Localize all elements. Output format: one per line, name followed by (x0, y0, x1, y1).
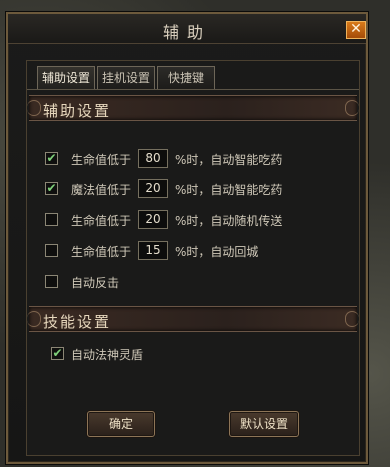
ornament-left-icon (27, 311, 41, 327)
tab-hotkeys[interactable]: 快捷键 (157, 66, 215, 89)
section-header-skill: 技能设置 (27, 306, 359, 332)
checkbox-random-teleport[interactable] (45, 213, 58, 226)
title-bar[interactable]: 辅助 ✕ (8, 14, 366, 44)
close-icon[interactable]: ✕ (346, 21, 366, 39)
section-title-skill: 技能设置 (43, 313, 112, 331)
random-teleport-threshold-input[interactable]: 20 (138, 210, 168, 229)
option-suffix: %时，自动智能吃药 (175, 183, 283, 197)
window-title: 辅助 (162, 23, 211, 42)
ornament-left-icon (27, 100, 41, 116)
confirm-button[interactable]: 确定 (87, 411, 155, 437)
option-label: 生命值低于 (71, 214, 132, 228)
assist-settings-window: 辅助 ✕ 辅助设置 挂机设置 快捷键 辅助设置 ✔ 生命值低于 80 %时，自动… (6, 12, 368, 464)
option-suffix: %时，自动智能吃药 (175, 153, 283, 167)
checkbox-counterattack[interactable] (45, 275, 58, 288)
return-town-threshold-input[interactable]: 15 (138, 241, 168, 260)
ornament-right-icon (345, 100, 359, 116)
section-header-assist: 辅助设置 (27, 95, 359, 121)
section-title-assist: 辅助设置 (43, 102, 112, 120)
tab-divider (27, 89, 359, 90)
mp-potion-threshold-input[interactable]: 20 (138, 179, 168, 198)
ornament-right-icon (345, 311, 359, 327)
checkbox-mage-shield[interactable]: ✔ (51, 347, 64, 360)
option-suffix: %时，自动回城 (175, 245, 259, 259)
option-label: 生命值低于 (71, 153, 132, 167)
option-label: 魔法值低于 (71, 183, 132, 197)
default-settings-button[interactable]: 默认设置 (229, 411, 299, 437)
tab-assist-settings[interactable]: 辅助设置 (37, 66, 95, 89)
option-suffix: %时，自动随机传送 (175, 214, 283, 228)
option-label: 自动反击 (71, 276, 120, 290)
checkbox-mp-potion[interactable]: ✔ (45, 182, 58, 195)
option-label: 生命值低于 (71, 245, 132, 259)
checkbox-return-town[interactable] (45, 244, 58, 257)
hp-potion-threshold-input[interactable]: 80 (138, 149, 168, 168)
checkbox-hp-potion[interactable]: ✔ (45, 152, 58, 165)
settings-panel: 辅助设置 挂机设置 快捷键 辅助设置 ✔ 生命值低于 80 %时，自动智能吃药 … (26, 60, 360, 456)
option-label: 自动法神灵盾 (71, 348, 144, 362)
tab-idle-settings[interactable]: 挂机设置 (97, 66, 155, 89)
